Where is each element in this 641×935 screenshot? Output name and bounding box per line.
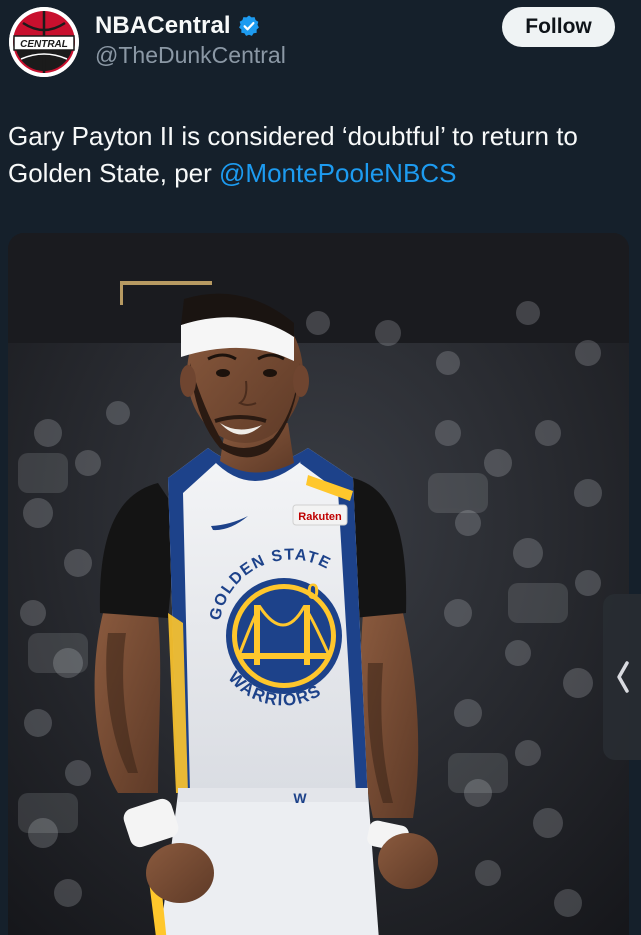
tweet-photo[interactable]: Rakuten GOLDEN STATE 0 WARRIORS W <box>8 233 629 935</box>
tweet-header: CENTRAL NBACentral @TheDunkCentral Follo… <box>0 0 641 90</box>
player-photo: Rakuten GOLDEN STATE 0 WARRIORS W <box>8 233 629 935</box>
author-handle[interactable]: @TheDunkCentral <box>95 42 286 69</box>
sponsor-text: Rakuten <box>298 511 342 523</box>
follow-button[interactable]: Follow <box>502 7 615 47</box>
display-name[interactable]: NBACentral <box>95 12 231 40</box>
tweet-page: CENTRAL NBACentral @TheDunkCentral Follo… <box>0 0 641 935</box>
avatar-logo-text: CENTRAL <box>20 39 68 50</box>
tweet-text: Gary Payton II is considered ‘doubtful’ … <box>8 118 633 192</box>
jersey-number: 0 <box>307 579 319 604</box>
nba-central-logo: CENTRAL <box>9 7 79 77</box>
shorts-logo: W <box>293 790 307 806</box>
media-side-handle[interactable] <box>603 594 641 760</box>
name-row: NBACentral <box>95 10 261 42</box>
avatar[interactable]: CENTRAL <box>9 7 79 77</box>
chevron-left-icon <box>617 661 629 693</box>
verified-badge-icon <box>237 14 261 38</box>
mention-link[interactable]: @MontePooleNBCS <box>219 158 456 188</box>
